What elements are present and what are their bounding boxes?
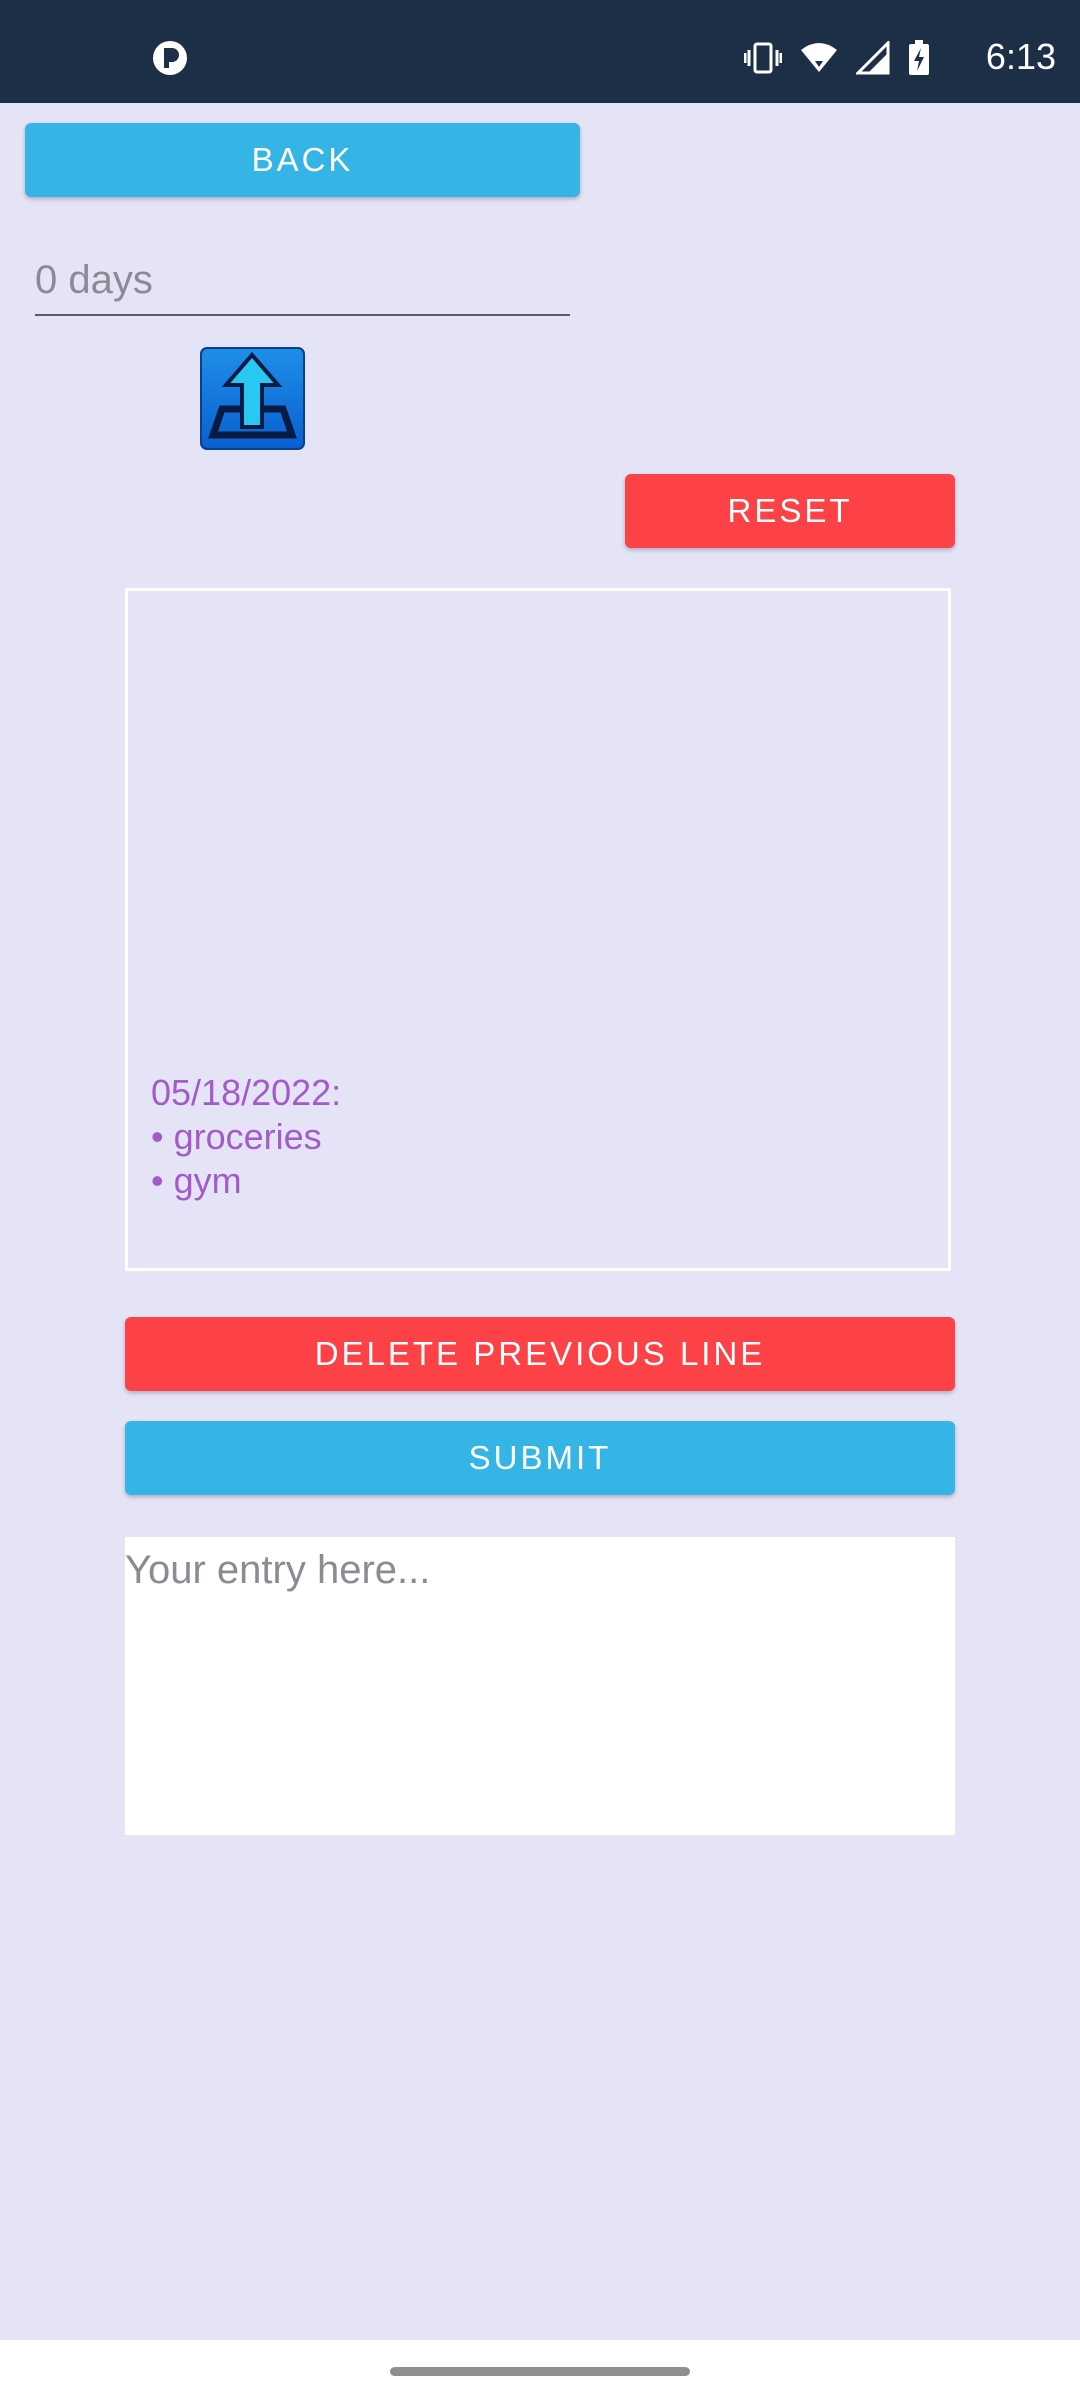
submit-button[interactable]: SUBMIT bbox=[125, 1421, 955, 1495]
status-bar: 6:13 bbox=[0, 0, 1080, 103]
log-line: • gym bbox=[151, 1160, 242, 1201]
back-button[interactable]: BACK bbox=[25, 123, 580, 197]
log-box: 05/18/2022: • groceries • gym bbox=[125, 588, 951, 1271]
navigation-bar bbox=[0, 2340, 1080, 2400]
log-text: 05/18/2022: • groceries • gym bbox=[151, 1071, 341, 1203]
delete-previous-line-button[interactable]: DELETE PREVIOUS LINE bbox=[125, 1317, 955, 1391]
battery-charging-icon bbox=[909, 40, 929, 75]
entry-input[interactable]: Your entry here... bbox=[125, 1537, 955, 1835]
app-icon bbox=[153, 41, 187, 75]
upload-icon[interactable] bbox=[200, 347, 305, 450]
vibrate-icon bbox=[744, 42, 782, 74]
log-line: • groceries bbox=[151, 1116, 322, 1157]
reset-button[interactable]: RESET bbox=[625, 474, 955, 548]
wifi-icon bbox=[801, 43, 837, 72]
home-gesture-handle[interactable] bbox=[390, 2367, 690, 2376]
status-time: 6:13 bbox=[985, 36, 1056, 77]
days-field[interactable]: 0 days bbox=[35, 250, 570, 316]
log-line-date: 05/18/2022: bbox=[151, 1072, 342, 1113]
signal-icon bbox=[856, 41, 890, 75]
system-icons bbox=[744, 38, 930, 78]
